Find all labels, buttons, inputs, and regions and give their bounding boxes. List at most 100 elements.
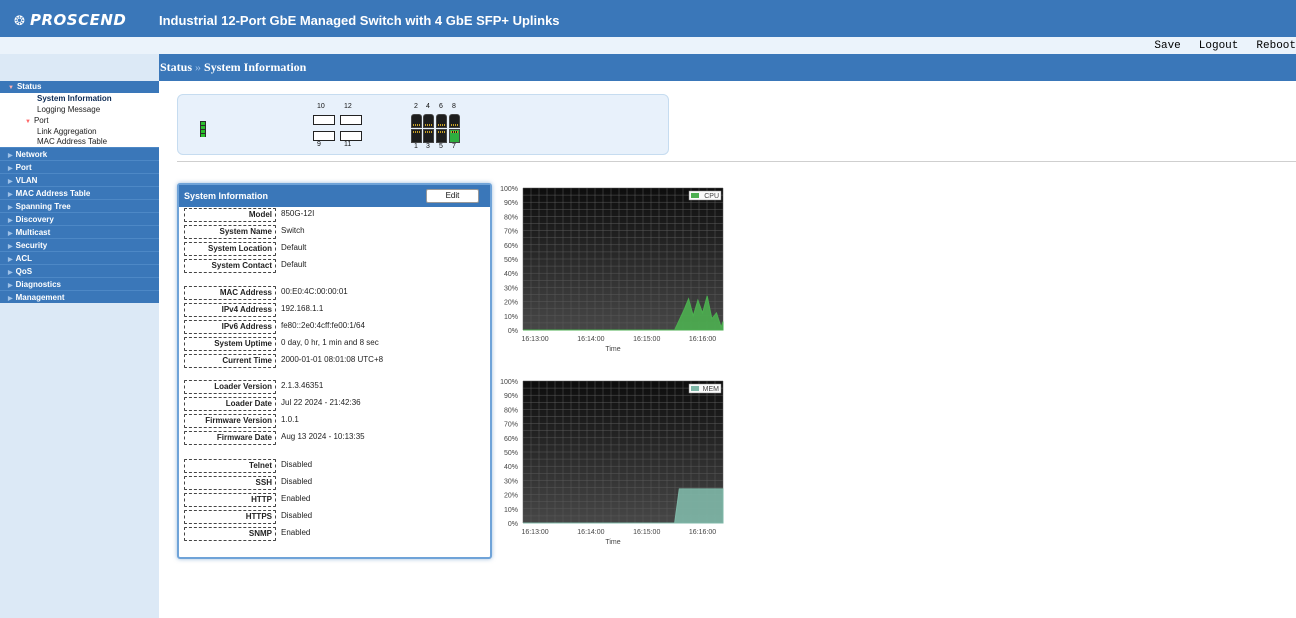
info-label: MAC Address bbox=[184, 286, 276, 300]
rj45-port-3[interactable] bbox=[423, 129, 434, 143]
sidebar-subitem-port[interactable]: ▼ Port bbox=[0, 115, 159, 126]
y-tick-label: 40% bbox=[504, 271, 518, 278]
info-row-ipv6-address: IPv6 Address fe80::2e0:4cff:fe00:1/64 bbox=[182, 318, 487, 335]
y-tick-label: 10% bbox=[504, 314, 518, 321]
x-tick-label: 16:16:00 bbox=[689, 529, 716, 536]
info-row-telnet: Telnet Disabled bbox=[182, 457, 487, 474]
y-tick-label: 70% bbox=[504, 422, 518, 429]
rj45-port-2[interactable] bbox=[411, 114, 422, 128]
toolbar bbox=[0, 37, 1296, 54]
info-row-ssh: SSH Disabled bbox=[182, 474, 487, 491]
rj45-port-7[interactable] bbox=[449, 129, 460, 143]
y-tick-label: 100% bbox=[500, 186, 518, 193]
sfp-port-10[interactable] bbox=[313, 115, 335, 125]
port-number-label: 1 bbox=[414, 143, 418, 150]
info-label: Current Time bbox=[184, 354, 276, 368]
x-tick-label: 16:15:00 bbox=[633, 529, 660, 536]
sidebar-item-multicast[interactable]: ▶ Multicast bbox=[0, 225, 159, 238]
port-number-label: 12 bbox=[344, 103, 352, 110]
info-value: 192.168.1.1 bbox=[281, 304, 324, 313]
info-value: Disabled bbox=[281, 477, 313, 486]
rj45-port-1[interactable] bbox=[411, 129, 422, 143]
x-axis-label: Time bbox=[605, 346, 620, 353]
info-row-system-name: System Name Switch bbox=[182, 223, 487, 240]
info-label: System Contact bbox=[184, 259, 276, 273]
breadcrumb-current: System Information bbox=[204, 60, 307, 74]
sfp-port-12[interactable] bbox=[340, 115, 362, 125]
y-tick-label: 80% bbox=[504, 407, 518, 414]
info-value: 0 day, 0 hr, 1 min and 8 sec bbox=[281, 338, 379, 347]
edit-button[interactable]: Edit bbox=[426, 189, 479, 203]
save-link[interactable]: Save bbox=[1154, 40, 1180, 52]
sidebar-item-spanning-tree[interactable]: ▶ Spanning Tree bbox=[0, 199, 159, 212]
port-number-label: 2 bbox=[414, 103, 418, 110]
y-tick-label: 60% bbox=[504, 436, 518, 443]
y-tick-label: 30% bbox=[504, 478, 518, 485]
legend-swatch bbox=[691, 193, 699, 198]
sidebar-subitem-link-aggregation[interactable]: Link Aggregation bbox=[0, 126, 159, 137]
info-row-loader-version: Loader Version 2.1.3.46351 bbox=[182, 378, 487, 395]
info-value: Default bbox=[281, 260, 307, 269]
info-label: Telnet bbox=[184, 459, 276, 473]
sidebar-item-vlan[interactable]: ▶ VLAN bbox=[0, 173, 159, 186]
sidebar: ▼ Status System Information Logging Messa… bbox=[0, 54, 159, 618]
breadcrumb: Status» System Information bbox=[160, 60, 306, 75]
port-number-label: 11 bbox=[344, 141, 352, 148]
sidebar-item-discovery[interactable]: ▶ Discovery bbox=[0, 212, 159, 225]
sidebar-item-port[interactable]: ▶ Port bbox=[0, 160, 159, 173]
sidebar-item-mac-address-table[interactable]: ▶ MAC Address Table bbox=[0, 186, 159, 199]
sidebar-item-network[interactable]: ▶ Network bbox=[0, 147, 159, 160]
reboot-link[interactable]: Reboot bbox=[1256, 40, 1296, 52]
info-value: fe80::2e0:4cff:fe00:1/64 bbox=[281, 321, 365, 330]
info-row-system-contact: System Contact Default bbox=[182, 257, 487, 274]
info-value: Disabled bbox=[281, 511, 313, 520]
sidebar-subitem-system-information[interactable]: System Information bbox=[0, 93, 159, 104]
rj45-port-8[interactable] bbox=[449, 114, 460, 128]
sidebar-subitem-logging-message[interactable]: Logging Message bbox=[0, 104, 159, 115]
sidebar-item-diagnostics[interactable]: ▶ Diagnostics bbox=[0, 277, 159, 290]
info-row-system-location: System Location Default bbox=[182, 240, 487, 257]
breadcrumb-separator: » bbox=[195, 60, 202, 74]
y-tick-label: 0% bbox=[508, 328, 518, 335]
rj45-port-5[interactable] bbox=[436, 129, 447, 143]
sfp-port-11[interactable] bbox=[340, 131, 362, 141]
proscend-logo: ❂ PROSCEND bbox=[14, 11, 127, 29]
system-information-title: System Information bbox=[184, 191, 269, 201]
info-label: Loader Version bbox=[184, 380, 276, 394]
collapse-arrow-icon: ▶ bbox=[8, 296, 13, 302]
sidebar-item-management[interactable]: ▶ Management bbox=[0, 290, 159, 303]
info-value: Enabled bbox=[281, 528, 311, 537]
breadcrumb-bar bbox=[159, 54, 1296, 81]
y-tick-label: 0% bbox=[508, 521, 518, 528]
breadcrumb-parent[interactable]: Status bbox=[160, 60, 192, 74]
port-number-label: 10 bbox=[317, 103, 325, 110]
x-tick-label: 16:13:00 bbox=[521, 529, 548, 536]
system-information-header: System Information Edit bbox=[179, 185, 490, 207]
info-value: Jul 22 2024 - 21:42:36 bbox=[281, 398, 361, 407]
sidebar-item-qos[interactable]: ▶ QoS bbox=[0, 264, 159, 277]
chart-svg: 0% 10% 20% 30% 40% 50% 60% 70% 80% 90% 100% 16:13:0… bbox=[500, 379, 724, 546]
system-information-box: System Information Edit Model 850G-12I Sys… bbox=[177, 183, 492, 559]
y-tick-label: 70% bbox=[504, 229, 518, 236]
port-number-label: 3 bbox=[426, 143, 430, 150]
sidebar-item-acl[interactable]: ▶ ACL bbox=[0, 251, 159, 264]
x-tick-label: 16:16:00 bbox=[689, 336, 716, 343]
y-tick-label: 50% bbox=[504, 257, 518, 264]
x-tick-label: 16:14:00 bbox=[577, 336, 604, 343]
info-row-firmware-version: Firmware Version 1.0.1 bbox=[182, 412, 487, 429]
rj45-port-6[interactable] bbox=[436, 114, 447, 128]
info-label: IPv6 Address bbox=[184, 320, 276, 334]
sidebar-item-security[interactable]: ▶ Security bbox=[0, 238, 159, 251]
info-label: HTTPS bbox=[184, 510, 276, 524]
info-row-http: HTTP Enabled bbox=[182, 491, 487, 508]
logout-link[interactable]: Logout bbox=[1199, 40, 1239, 52]
x-tick-label: 16:13:00 bbox=[521, 336, 548, 343]
info-row-firmware-date: Firmware Date Aug 13 2024 - 10:13:35 bbox=[182, 429, 487, 446]
sidebar-item-status[interactable]: ▼ Status bbox=[0, 81, 159, 93]
y-tick-label: 80% bbox=[504, 214, 518, 221]
rj45-port-4[interactable] bbox=[423, 114, 434, 128]
y-tick-label: 30% bbox=[504, 285, 518, 292]
sfp-port-9[interactable] bbox=[313, 131, 335, 141]
sidebar-subitem-mac-address-table[interactable]: MAC Address Table bbox=[0, 137, 159, 147]
product-title: Industrial 12-Port GbE Managed Switch wi… bbox=[159, 13, 560, 28]
